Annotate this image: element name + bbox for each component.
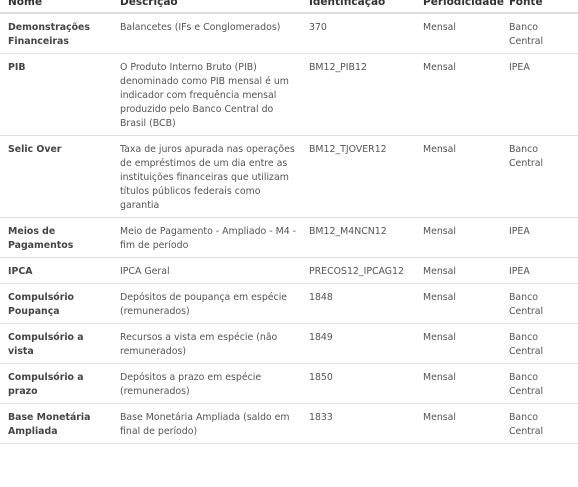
cell-fonte: IPEA bbox=[501, 257, 578, 284]
table-row: Compulsório a prazo Depósitos a prazo em … bbox=[0, 363, 578, 404]
cell-descricao: O Produto Interno Bruto (PIB) denominado… bbox=[112, 53, 301, 136]
table-row: Selic Over Taxa de juros apurada nas oper… bbox=[0, 135, 578, 218]
cell-descricao: Taxa de juros apurada nas operações de e… bbox=[112, 135, 301, 218]
indicators-table: Nome Descrição Identificação Periodicida… bbox=[0, 0, 578, 444]
header-fonte: Fonte bbox=[501, 0, 578, 14]
table-row: PIB O Produto Interno Bruto (PIB) denomin… bbox=[0, 53, 578, 136]
cell-identificacao: 1849 bbox=[301, 323, 415, 364]
header-periodicidade: Periodicidade bbox=[415, 0, 504, 14]
cell-fonte: IPEA bbox=[501, 53, 578, 136]
header-descricao: Descrição bbox=[112, 0, 301, 14]
cell-periodicidade: Mensal bbox=[415, 403, 501, 444]
table-row: IPCA IPCA Geral PRECOS12_IPCAG12 Mensal IPEA bbox=[0, 257, 578, 284]
cell-nome: Compulsório Poupança bbox=[0, 283, 112, 324]
cell-periodicidade: Mensal bbox=[415, 217, 501, 258]
header-identificacao: Identificação bbox=[301, 0, 415, 14]
cell-descricao: Depósitos a prazo em espécie (remunerado… bbox=[112, 363, 301, 404]
cell-nome: Base Monetária Ampliada bbox=[0, 403, 112, 444]
cell-descricao: Base Monetária Ampliada (saldo em final … bbox=[112, 403, 301, 444]
cell-periodicidade: Mensal bbox=[415, 53, 501, 136]
cell-nome: PIB bbox=[0, 53, 112, 136]
cell-identificacao: BM12_PIB12 bbox=[301, 53, 415, 136]
table-row: Compulsório a vista Recursos a vista em e… bbox=[0, 323, 578, 364]
cell-descricao: Depósitos de poupança em espécie (remune… bbox=[112, 283, 301, 324]
cell-nome: Compulsório a vista bbox=[0, 323, 112, 364]
cell-periodicidade: Mensal bbox=[415, 283, 501, 324]
cell-periodicidade: Mensal bbox=[415, 323, 501, 364]
cell-fonte: IPEA bbox=[501, 217, 578, 258]
cell-identificacao: 1850 bbox=[301, 363, 415, 404]
cell-identificacao: 370 bbox=[301, 13, 415, 54]
cell-nome: Compulsório a prazo bbox=[0, 363, 112, 404]
cell-periodicidade: Mensal bbox=[415, 135, 501, 218]
table-row: Meios de Pagamentos Meio de Pagamento - A… bbox=[0, 217, 578, 258]
cell-identificacao: BM12_M4NCN12 bbox=[301, 217, 415, 258]
table-row: Demonstrações Financeiras Balancetes (IFs… bbox=[0, 13, 578, 54]
cell-identificacao: 1848 bbox=[301, 283, 415, 324]
cell-nome: Selic Over bbox=[0, 135, 112, 218]
cell-descricao: IPCA Geral bbox=[112, 257, 301, 284]
cell-descricao: Meio de Pagamento - Ampliado - M4 - fim … bbox=[112, 217, 301, 258]
cell-periodicidade: Mensal bbox=[415, 363, 501, 404]
cell-periodicidade: Mensal bbox=[415, 257, 501, 284]
cell-nome: Demonstrações Financeiras bbox=[0, 13, 112, 54]
cell-nome: IPCA bbox=[0, 257, 112, 284]
cell-fonte: Banco Central bbox=[501, 135, 578, 218]
cell-identificacao: BM12_TJOVER12 bbox=[301, 135, 415, 218]
table-row: Compulsório Poupança Depósitos de poupanç… bbox=[0, 283, 578, 324]
cell-fonte: Banco Central bbox=[501, 13, 578, 54]
cell-fonte: Banco Central bbox=[501, 363, 578, 404]
header-nome: Nome bbox=[0, 0, 112, 14]
cell-fonte: Banco Central bbox=[501, 323, 578, 364]
cell-periodicidade: Mensal bbox=[415, 13, 501, 54]
cell-fonte: Banco Central bbox=[501, 283, 578, 324]
table-header-row: Nome Descrição Identificação Periodicida… bbox=[0, 0, 578, 14]
cell-fonte: Banco Central bbox=[501, 403, 578, 444]
cell-identificacao: 1833 bbox=[301, 403, 415, 444]
cell-descricao: Balancetes (IFs e Conglomerados) bbox=[112, 13, 301, 54]
table-row: Base Monetária Ampliada Base Monetária Am… bbox=[0, 403, 578, 444]
cell-nome: Meios de Pagamentos bbox=[0, 217, 112, 258]
cell-descricao: Recursos a vista em espécie (não remuner… bbox=[112, 323, 301, 364]
cell-identificacao: PRECOS12_IPCAG12 bbox=[301, 257, 415, 284]
